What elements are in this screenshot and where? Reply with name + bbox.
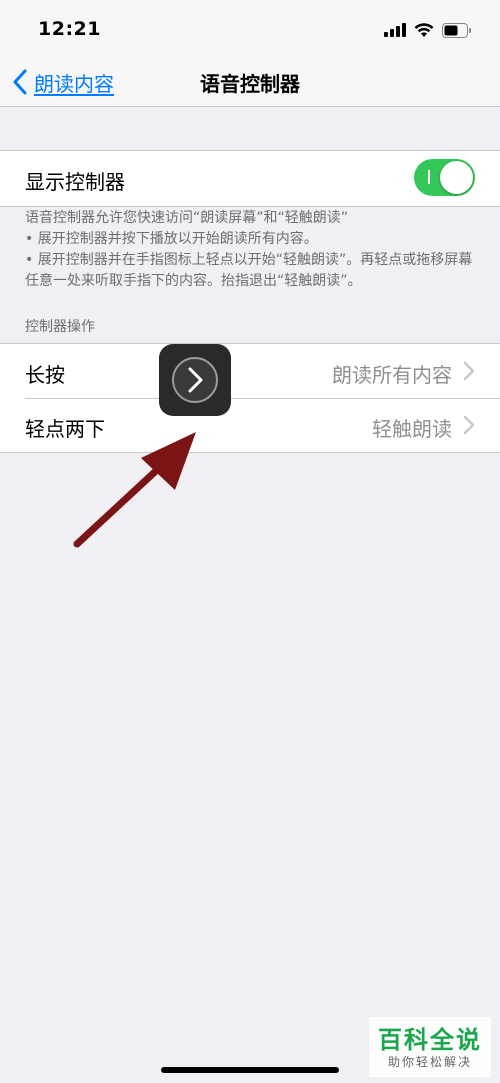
toggle-knob <box>440 161 473 194</box>
status-bar: 12:21 <box>0 0 500 58</box>
show-controller-label: 显示控制器 <box>25 170 125 194</box>
watermark-subtitle: 助你轻松解决 <box>387 1055 472 1069</box>
show-controller-toggle[interactable] <box>414 159 475 196</box>
action-row-double-tap[interactable]: 轻点两下 轻触朗读 <box>0 399 500 452</box>
battery-icon <box>442 22 471 38</box>
action-row-value: 朗读所有内容 <box>332 363 452 387</box>
watermark-logo: 百科全说 助你轻松解决 <box>369 1017 491 1077</box>
toggle-on-mark <box>428 170 430 184</box>
action-row-label: 轻点两下 <box>25 417 105 441</box>
status-icons <box>384 20 472 40</box>
home-indicator[interactable] <box>161 1067 339 1073</box>
chevron-right-circle-icon <box>172 357 218 403</box>
controller-footnote: 语音控制器允许您快速访问“朗读屏幕”和“轻触朗读” • 展开控制器并按下播放以开… <box>25 210 473 289</box>
action-row-label: 长按 <box>25 363 65 387</box>
status-time: 12:21 <box>38 18 101 40</box>
show-controller-cell: 显示控制器 <box>0 150 500 207</box>
action-row-value: 轻触朗读 <box>372 417 452 441</box>
cellular-signal-icon <box>384 23 406 37</box>
chevron-right-icon <box>463 361 475 381</box>
chevron-right-icon <box>463 415 475 435</box>
navigation-bar: 朗读内容 语音控制器 <box>0 58 500 107</box>
wifi-icon <box>414 22 434 37</box>
controller-actions-group: 长按 朗读所有内容 轻点两下 轻触朗读 <box>0 343 500 453</box>
page-title: 语音控制器 <box>200 72 300 96</box>
action-row-long-press[interactable]: 长按 朗读所有内容 <box>0 344 500 398</box>
speech-controller-button[interactable] <box>159 344 231 416</box>
watermark-title: 百科全说 <box>378 1026 482 1054</box>
controller-actions-header: 控制器操作 <box>25 319 95 335</box>
